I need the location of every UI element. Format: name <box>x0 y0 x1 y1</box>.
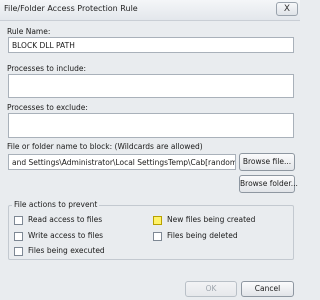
files-deleted-box[interactable] <box>153 231 162 241</box>
title-bar: File/Folder Access Protection Rule X <box>0 0 300 21</box>
new-files-created-checkbox[interactable]: New files being created <box>153 215 255 225</box>
files-executed-label: Files being executed <box>28 246 105 255</box>
browse-folder-button[interactable]: Browse folder... <box>239 175 298 193</box>
files-deleted-label: Files being deleted <box>167 231 238 240</box>
rule-name-label: Rule Name: <box>7 27 51 36</box>
write-access-checkbox[interactable]: Write access to files <box>14 231 103 241</box>
files-deleted-checkbox[interactable]: Files being deleted <box>153 231 238 241</box>
rule-name-input[interactable]: BLOCK DLL PATH <box>8 37 294 53</box>
write-access-box[interactable] <box>14 231 23 241</box>
block-path-input[interactable]: and Settings\Administrator\Local Setting… <box>8 154 236 170</box>
processes-include-input[interactable] <box>8 74 294 98</box>
window-title: File/Folder Access Protection Rule <box>4 4 138 13</box>
processes-exclude-input[interactable] <box>8 113 294 138</box>
read-access-box[interactable] <box>14 215 23 225</box>
files-executed-checkbox[interactable]: Files being executed <box>14 246 105 256</box>
ok-button[interactable]: OK <box>185 281 237 297</box>
browse-file-button[interactable]: Browse file... <box>239 153 295 171</box>
new-files-created-label: New files being created <box>167 215 256 224</box>
file-actions-legend: File actions to prevent <box>12 200 100 209</box>
read-access-checkbox[interactable]: Read access to files <box>14 215 102 225</box>
cancel-button[interactable]: Cancel <box>241 281 294 297</box>
files-executed-box[interactable] <box>14 246 23 256</box>
processes-exclude-label: Processes to exclude: <box>7 103 88 112</box>
new-files-created-box[interactable] <box>153 215 162 225</box>
close-button[interactable]: X <box>276 2 298 16</box>
block-path-label: File or folder name to block: (Wildcards… <box>7 142 203 151</box>
read-access-label: Read access to files <box>28 215 103 224</box>
processes-include-label: Processes to include: <box>7 64 86 73</box>
write-access-label: Write access to files <box>28 231 104 240</box>
